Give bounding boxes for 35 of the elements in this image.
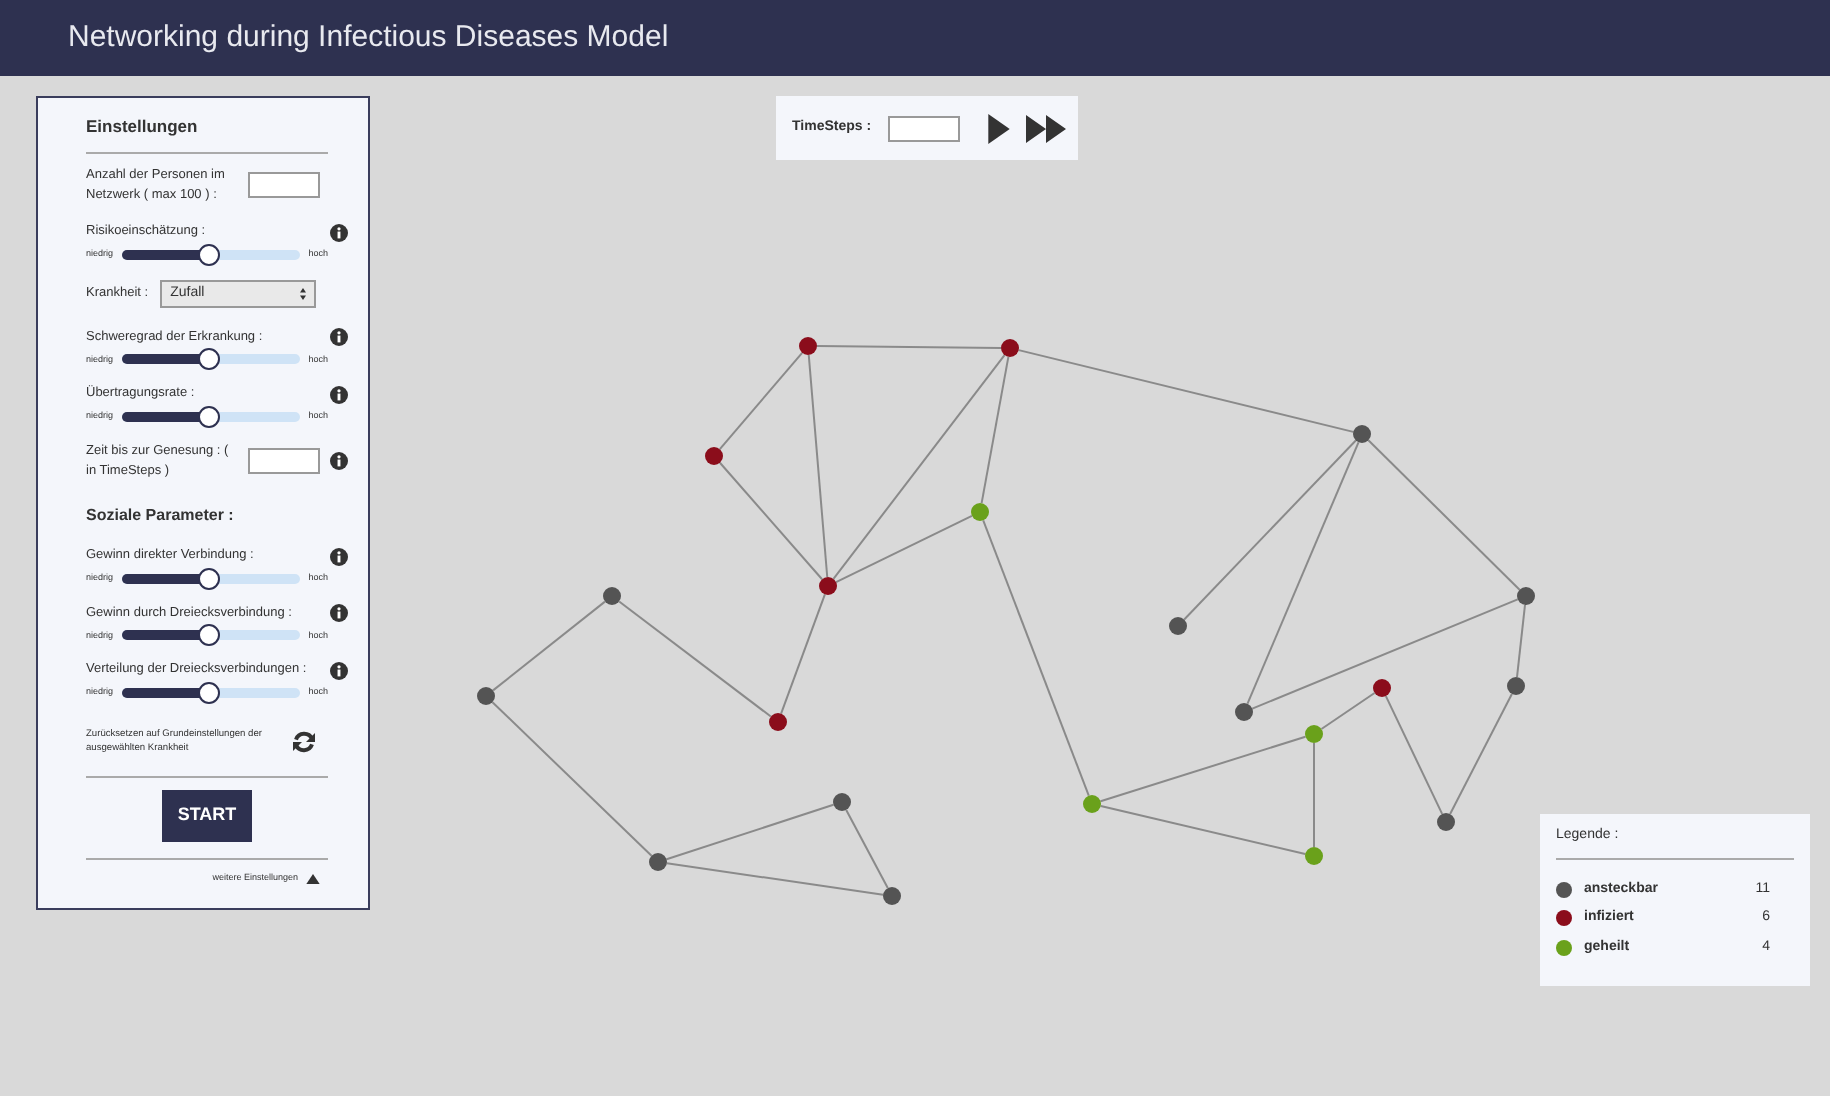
info-icon[interactable] bbox=[330, 661, 348, 680]
play-icon[interactable] bbox=[987, 113, 1010, 143]
slider-track[interactable] bbox=[121, 573, 301, 584]
panel-title: Einstellungen bbox=[86, 114, 200, 140]
slider-thumb[interactable] bbox=[197, 243, 220, 266]
slider-thumb[interactable] bbox=[197, 681, 220, 704]
slider-track[interactable] bbox=[121, 630, 301, 641]
network-edge bbox=[718, 351, 804, 451]
slider-track[interactable] bbox=[121, 687, 301, 698]
info-icon[interactable] bbox=[330, 604, 348, 623]
info-icon[interactable] bbox=[330, 328, 348, 347]
fast-forward-icon[interactable] bbox=[1025, 113, 1066, 143]
slider-track[interactable] bbox=[121, 411, 301, 422]
slider-thumb[interactable] bbox=[197, 567, 220, 590]
section-title: Soziale Parameter : bbox=[86, 504, 236, 529]
triangle-up-icon[interactable] bbox=[306, 873, 320, 883]
number-field[interactable] bbox=[247, 172, 319, 198]
info-icon[interactable] bbox=[329, 547, 348, 566]
number-field[interactable] bbox=[247, 448, 319, 474]
network-edge bbox=[780, 593, 826, 715]
network-edge bbox=[492, 600, 606, 692]
refresh-icon[interactable] bbox=[292, 729, 316, 754]
start-button[interactable]: START bbox=[161, 790, 253, 842]
network-edge bbox=[1313, 742, 1315, 848]
timesteps-field[interactable] bbox=[887, 115, 960, 141]
caret-icon bbox=[300, 287, 307, 300]
info-icon[interactable] bbox=[330, 452, 348, 470]
app-title: Networking during Infectious Diseases Model bbox=[68, 17, 669, 58]
slider-thumb[interactable] bbox=[197, 348, 220, 371]
slider-thumb[interactable] bbox=[197, 405, 220, 428]
slider-track[interactable] bbox=[121, 249, 301, 260]
info-icon[interactable] bbox=[329, 385, 348, 404]
slider-track[interactable] bbox=[121, 354, 301, 365]
slider-thumb[interactable] bbox=[197, 624, 220, 647]
info-icon[interactable] bbox=[330, 223, 348, 242]
